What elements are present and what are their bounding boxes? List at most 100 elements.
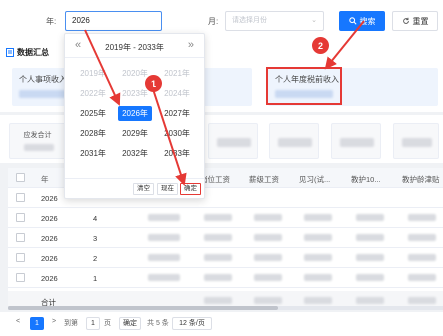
blurred-value [204,234,232,241]
blurred-value [408,274,436,281]
blurred-value [304,214,332,221]
annotation-badge-1: 1 [145,75,162,92]
blurred-value [304,254,332,261]
blurred-value [402,138,432,147]
year-option[interactable]: 2029年 [118,126,152,141]
prev-page-button[interactable]: < [16,318,20,325]
refresh-icon [402,17,409,24]
year-input[interactable]: 2026 [65,11,162,31]
year-label: 年: [46,17,57,26]
table-row[interactable]: 2026 2 [8,248,443,268]
chevron-down-icon: ⌄ [311,17,317,24]
scrollbar-thumb[interactable] [8,306,278,310]
summary-card-label: 个人事项收入 [19,75,67,84]
year-option[interactable]: 2027年 [160,106,194,121]
select-all-checkbox[interactable] [16,173,25,182]
table-row[interactable]: 2026 3 [8,228,443,248]
year-option[interactable]: 2030年 [160,126,194,141]
ok-button[interactable]: 确定 [180,183,201,195]
year-option[interactable]: 2028年 [76,126,110,141]
row-checkbox[interactable] [16,193,25,202]
year-picker-popover: « 2019年 - 2033年 » 2019年 2020年 2021年 2022年 20… [64,33,205,199]
blurred-value [254,234,282,241]
blurred-value [254,254,282,261]
table-row[interactable]: 2026 4 [8,208,443,228]
page-jump-confirm-button[interactable]: 确定 [119,317,141,330]
pagination: < 1 > 到第 1 页 确定 共 5 条 12 条/页 [0,312,443,336]
now-button[interactable]: 现在 [157,183,178,195]
stat-card [208,123,258,159]
blurred-value [254,214,282,221]
blurred-value [148,274,180,281]
blurred-value [304,274,332,281]
reset-button[interactable]: 重置 [392,11,438,31]
blurred-value [408,297,436,304]
search-button[interactable]: 搜索 [339,11,385,31]
row-checkbox[interactable] [16,253,25,262]
annotation-highlight-box [266,67,342,105]
year-option[interactable]: 2031年 [76,146,110,161]
goto-label: 到第 [64,320,78,327]
blurred-value [204,254,232,261]
clear-button[interactable]: 清空 [133,183,154,195]
column-header: 教护10... [351,175,381,184]
row-checkbox[interactable] [16,233,25,242]
year-option: 2019年 [80,69,106,78]
month-label: 月: [208,17,219,26]
blurred-value [148,234,180,241]
month-select[interactable]: 请选择月份 ⌄ [225,11,324,31]
cell-year: 2026 [41,194,58,203]
cell-year: 2026 [41,254,58,263]
blurred-value [148,254,180,261]
summary-title-text: 数据汇总 [17,48,49,57]
column-header-year: 年 [41,175,49,184]
year-option[interactable]: 2026年 [118,106,152,121]
stat-card [331,123,381,159]
next-decade-button[interactable]: » [188,39,194,51]
year-picker-footer: 清空 现在 确定 [65,178,204,198]
row-checkbox[interactable] [16,273,25,282]
page-jump-input[interactable]: 1 [86,317,100,330]
blurred-value [204,214,232,221]
blurred-value [304,297,332,304]
next-page-button[interactable]: > [52,318,56,325]
blurred-value [254,274,282,281]
blurred-value [278,138,312,147]
horizontal-scrollbar[interactable] [8,306,443,310]
table-row[interactable]: 2026 1 [8,268,443,288]
reset-button-label: 重置 [412,16,429,26]
search-button-label: 搜索 [359,16,376,26]
blurred-value [148,214,180,221]
search-icon [348,17,357,25]
row-checkbox[interactable] [16,213,25,222]
page-1-button[interactable]: 1 [30,317,44,330]
blurred-value [408,254,436,261]
blurred-value [356,274,384,281]
stat-card-gross-total: 应发合计 [9,123,66,159]
year-option[interactable]: 2032年 [118,146,152,161]
year-option: 2022年 [80,89,106,98]
year-option: 2024年 [164,89,190,98]
annotation-badge-2: 2 [312,37,329,54]
page-size-select[interactable]: 12 条/页 [172,317,212,330]
total-count: 共 5 条 [147,320,169,327]
month-placeholder: 请选择月份 [232,17,267,24]
page-unit-label: 页 [104,320,111,327]
blurred-value [408,234,436,241]
blurred-value [254,297,282,304]
summary-title: 数据汇总 [6,47,49,58]
year-option[interactable]: 2033年 [160,146,194,161]
blurred-value [19,90,67,98]
year-option[interactable]: 2025年 [76,106,110,121]
blurred-value [356,214,384,221]
blurred-value [204,297,232,304]
blurred-value [340,138,374,147]
column-header: 见习(试... [299,175,331,184]
cell-year: 2026 [41,274,58,283]
column-header: 薪级工资 [249,175,279,184]
cell-year: 2026 [41,234,58,243]
cell-year: 2026 [41,214,58,223]
year-range-label: 2019年 - 2033年 [105,43,164,52]
stat-card [393,123,439,159]
blurred-value [304,234,332,241]
